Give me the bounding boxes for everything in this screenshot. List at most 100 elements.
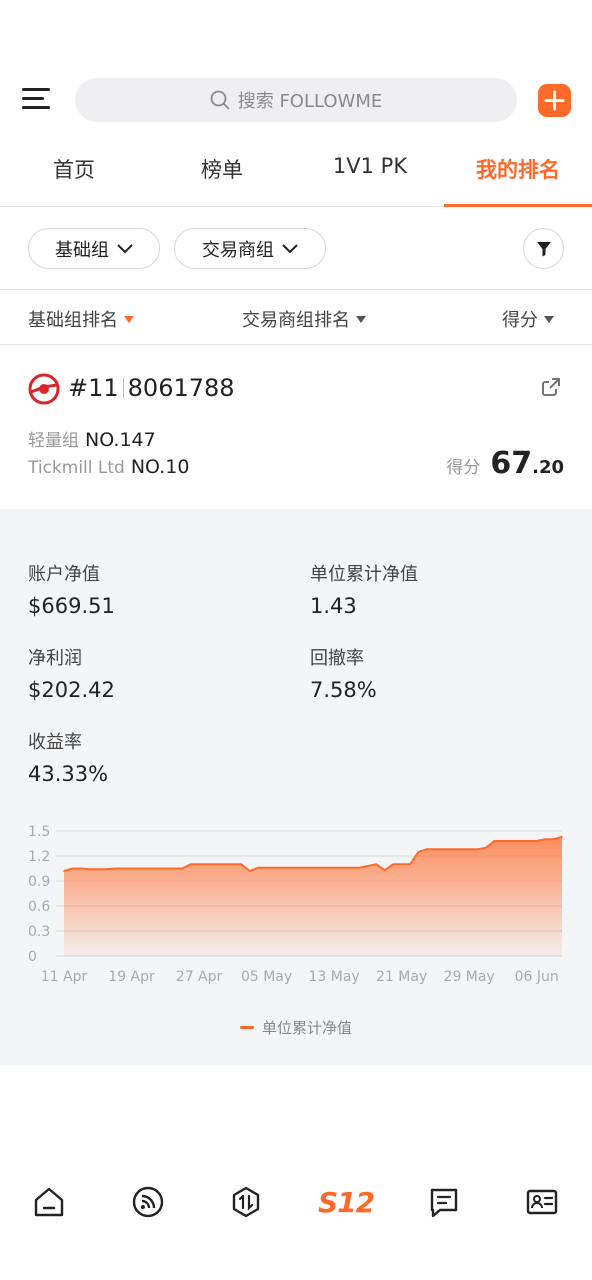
group-label: 轻量组 bbox=[28, 431, 79, 451]
sort-desc-icon bbox=[544, 315, 554, 323]
data-point bbox=[518, 840, 521, 842]
data-point bbox=[383, 869, 386, 871]
data-point bbox=[341, 866, 344, 869]
sort-score[interactable]: 得分 bbox=[502, 306, 554, 332]
nav-trade[interactable] bbox=[226, 1182, 266, 1222]
group-rank: NO.147 bbox=[85, 429, 156, 451]
return-value: 43.33% bbox=[28, 762, 109, 786]
broker-label: Tickmill Ltd bbox=[28, 458, 125, 478]
data-point bbox=[299, 866, 302, 869]
tab-leaderboard[interactable]: 榜单 bbox=[148, 154, 296, 184]
legend-swatch bbox=[239, 1026, 254, 1029]
data-point bbox=[88, 868, 91, 871]
data-point bbox=[189, 863, 192, 866]
broker-group-dropdown-label: 交易商组 bbox=[202, 239, 274, 261]
data-point bbox=[443, 848, 445, 851]
data-point bbox=[409, 863, 411, 866]
data-point bbox=[527, 840, 530, 842]
data-point bbox=[156, 867, 158, 870]
main-tabs: 首页 榜单 1V1 PK 我的排名 bbox=[0, 140, 592, 207]
nav-s12[interactable]: S12 bbox=[317, 1182, 375, 1222]
profile-card-icon bbox=[526, 1189, 558, 1215]
data-point bbox=[392, 863, 394, 866]
broker-group-dropdown[interactable]: 交易商组 bbox=[174, 228, 326, 269]
data-point bbox=[164, 867, 167, 870]
data-point bbox=[291, 866, 293, 869]
x-tick-label: 13 May bbox=[308, 969, 359, 985]
filter-button[interactable] bbox=[523, 228, 564, 269]
broker-rank-row: Tickmill Ltd NO.10 bbox=[28, 456, 189, 478]
data-point bbox=[80, 867, 82, 870]
s12-icon: S12 bbox=[317, 1185, 375, 1219]
tab-my-ranking[interactable]: 我的排名 bbox=[444, 154, 592, 184]
data-point bbox=[232, 863, 234, 866]
top-bar: 搜索 FOLLOWME bbox=[0, 76, 592, 124]
data-point bbox=[426, 848, 428, 851]
x-tick-label: 29 May bbox=[444, 969, 495, 985]
data-point bbox=[206, 863, 209, 866]
trade-icon bbox=[232, 1186, 260, 1218]
account-card[interactable]: #11 8061788 轻量组 NO.147 Tickmill Ltd NO.10 … bbox=[0, 346, 592, 509]
bottom-nav: S12 bbox=[0, 1170, 592, 1234]
nav-home[interactable] bbox=[29, 1182, 69, 1222]
profit-value: $202.42 bbox=[28, 678, 115, 702]
account-rank: #11 bbox=[68, 374, 119, 402]
data-point bbox=[468, 848, 470, 851]
filter-row: 基础组 交易商组 bbox=[0, 208, 592, 290]
menu-icon[interactable] bbox=[22, 86, 52, 112]
data-point bbox=[561, 836, 563, 838]
data-point bbox=[535, 840, 538, 842]
data-point bbox=[367, 865, 369, 867]
return-label: 收益率 bbox=[28, 732, 82, 753]
x-tick-label: 21 May bbox=[376, 969, 427, 985]
tab-1v1-pk[interactable]: 1V1 PK bbox=[296, 154, 444, 178]
y-tick-label: 0.3 bbox=[28, 924, 50, 940]
broker-rank: NO.10 bbox=[130, 456, 190, 478]
y-tick-label: 0.9 bbox=[28, 874, 50, 890]
chevron-down-icon bbox=[117, 243, 133, 253]
nav-feed[interactable] bbox=[128, 1182, 168, 1222]
feed-icon bbox=[132, 1186, 164, 1218]
y-tick-label: 1.5 bbox=[28, 824, 50, 840]
data-point bbox=[459, 848, 462, 851]
nav-profile[interactable] bbox=[522, 1182, 562, 1222]
active-tab-indicator bbox=[444, 204, 592, 207]
plus-icon bbox=[544, 90, 565, 111]
data-point bbox=[96, 868, 99, 871]
area-fill bbox=[64, 836, 562, 956]
data-point bbox=[316, 866, 319, 869]
data-point bbox=[400, 863, 403, 866]
group-rank-row: 轻量组 NO.147 bbox=[28, 426, 156, 451]
data-point bbox=[417, 851, 420, 853]
sort-basic-rank[interactable]: 基础组排名 bbox=[28, 306, 134, 332]
search-icon bbox=[210, 90, 230, 110]
y-tick-label: 1.2 bbox=[28, 849, 50, 865]
data-point bbox=[223, 863, 226, 866]
data-point bbox=[544, 838, 546, 841]
data-point bbox=[240, 863, 243, 866]
data-point bbox=[476, 848, 479, 851]
data-point bbox=[358, 866, 361, 869]
group-dropdown[interactable]: 基础组 bbox=[28, 228, 160, 269]
nav-label: 单位累计净值 bbox=[310, 564, 418, 585]
sort-broker-rank[interactable]: 交易商组排名 bbox=[242, 306, 366, 332]
score-decimal: .20 bbox=[532, 457, 564, 478]
y-tick-label: 0 bbox=[28, 949, 37, 965]
tab-home[interactable]: 首页 bbox=[0, 154, 148, 184]
drawdown-value: 7.58% bbox=[310, 678, 377, 702]
share-icon[interactable] bbox=[540, 376, 562, 398]
sort-header: 基础组排名 交易商组排名 得分 bbox=[0, 291, 592, 345]
x-tick-label: 11 Apr bbox=[41, 969, 88, 985]
add-button[interactable] bbox=[538, 84, 571, 117]
data-point bbox=[130, 867, 133, 870]
data-point bbox=[333, 866, 335, 869]
nav-messages[interactable] bbox=[424, 1182, 464, 1222]
score-block: 得分 67.20 bbox=[446, 446, 564, 481]
x-tick-label: 19 Apr bbox=[108, 969, 155, 985]
data-point bbox=[375, 863, 378, 866]
equity-value: $669.51 bbox=[28, 594, 115, 618]
x-tick-label: 05 May bbox=[241, 969, 292, 985]
search-bar[interactable]: 搜索 FOLLOWME bbox=[75, 78, 517, 122]
data-point bbox=[502, 840, 504, 842]
home-icon bbox=[34, 1187, 64, 1217]
